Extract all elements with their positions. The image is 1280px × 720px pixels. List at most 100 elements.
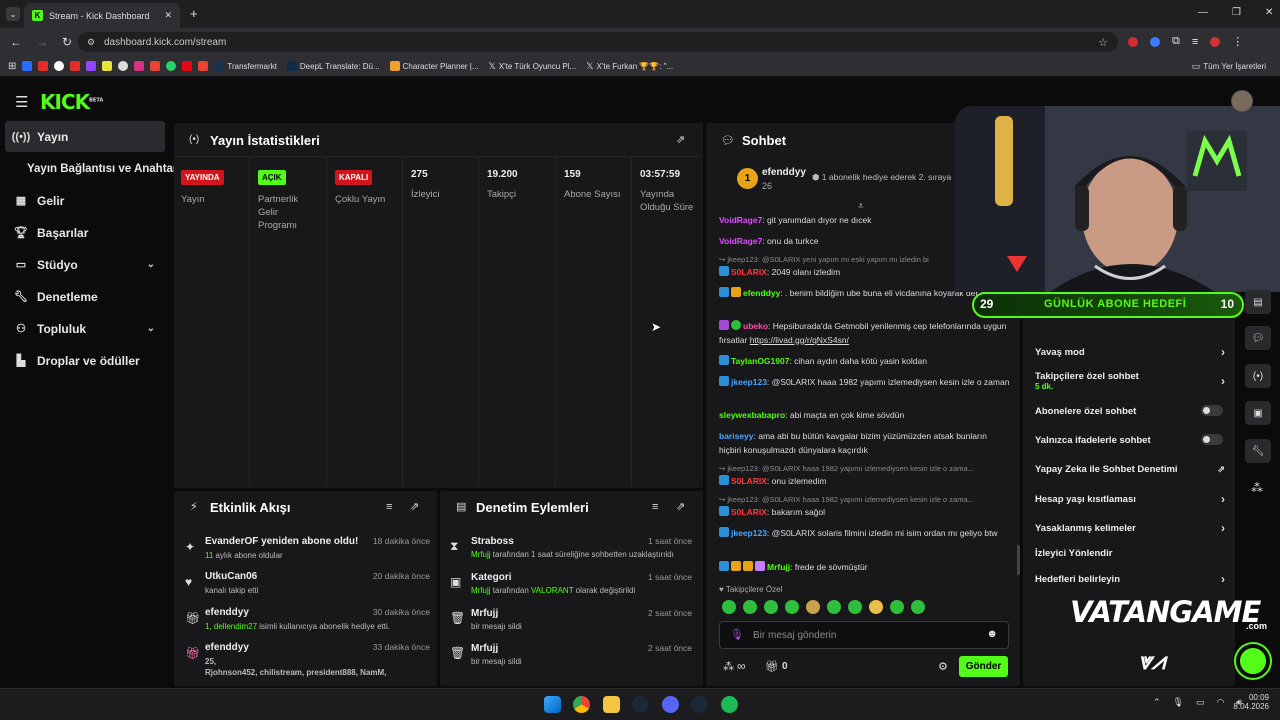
extension-icon[interactable] bbox=[1150, 36, 1160, 47]
bookmark-icon[interactable] bbox=[22, 61, 33, 71]
emote-icon[interactable] bbox=[911, 600, 925, 614]
sidebar-item-stream-key[interactable]: Yayın Bağlantısı ve Anahtarı bbox=[5, 153, 181, 184]
bookmark-character-planner[interactable]: Character Planner |... bbox=[389, 61, 479, 71]
gmail-bookmark-icon[interactable] bbox=[198, 61, 209, 71]
bookmark-icon[interactable] bbox=[102, 61, 113, 71]
emoji-icon[interactable]: ☻ bbox=[986, 628, 998, 640]
clock[interactable]: 00:09 8.04.2026 bbox=[1233, 693, 1269, 711]
emote-icon[interactable] bbox=[848, 600, 862, 614]
setting-goals[interactable]: Hedefleri belirleyin › bbox=[1035, 572, 1225, 586]
emote-icon[interactable] bbox=[743, 600, 757, 614]
bookmark-deepl[interactable]: DeepL Translate: Dü... bbox=[286, 61, 380, 71]
tray-chevron-icon[interactable]: ⌃ bbox=[1153, 697, 1161, 708]
toggle-switch[interactable] bbox=[1201, 434, 1223, 445]
points-icon[interactable]: ⁂ bbox=[723, 660, 734, 673]
sidebar-item-yayin[interactable]: ((•)) Yayın bbox=[5, 121, 165, 152]
tab-search-icon[interactable]: ⌄ bbox=[6, 7, 20, 21]
wrench-icon[interactable]: 🔧︎ bbox=[1245, 439, 1271, 463]
twitch-bookmark-icon[interactable] bbox=[86, 61, 97, 71]
new-tab-icon[interactable]: + bbox=[190, 6, 198, 21]
sidebar-item-denetleme[interactable]: 🔧︎ Denetleme bbox=[5, 281, 165, 312]
setting-slow-mode[interactable]: Yavaş mod › bbox=[1035, 345, 1225, 359]
community-icon[interactable]: ⁂ bbox=[1251, 481, 1263, 495]
display-icon[interactable]: ▭ bbox=[1196, 697, 1205, 708]
toggle-switch[interactable] bbox=[1201, 405, 1223, 416]
netflix-bookmark-icon[interactable] bbox=[182, 61, 193, 71]
emote-icon[interactable] bbox=[764, 600, 778, 614]
popout-icon[interactable]: ⇗ bbox=[676, 500, 685, 513]
list-icon[interactable]: ▣ bbox=[1245, 401, 1271, 425]
windows-start-icon[interactable] bbox=[544, 696, 561, 713]
chat-scrollbar[interactable] bbox=[1017, 545, 1020, 575]
extension-icon[interactable] bbox=[1128, 36, 1138, 47]
popout-icon[interactable]: ⇗ bbox=[410, 500, 419, 513]
setting-followers-only[interactable]: Takipçilere özel sohbet 5 dk. › bbox=[1035, 371, 1225, 391]
url-bar[interactable]: ⚙ dashboard.kick.com/stream ☆ bbox=[78, 32, 1118, 52]
spotify-icon[interactable] bbox=[721, 696, 738, 713]
reload-icon[interactable]: ↻ bbox=[62, 35, 72, 49]
mic-icon[interactable]: 🎙︎ bbox=[1173, 697, 1184, 708]
maximize-icon[interactable]: ❐ bbox=[1232, 7, 1241, 18]
sidebar-item-gelir[interactable]: ▦ Gelir bbox=[5, 185, 165, 216]
emote-icon[interactable] bbox=[785, 600, 799, 614]
all-bookmarks[interactable]: ▭ Tüm Yer İşaretleri bbox=[1192, 61, 1266, 72]
emote-icon[interactable] bbox=[722, 600, 736, 614]
discord-icon[interactable] bbox=[662, 696, 679, 713]
google-bookmark-icon[interactable] bbox=[54, 61, 65, 71]
setting-subscribers-only[interactable]: Abonelere özel sohbet bbox=[1035, 405, 1225, 417]
bookmark-transfermarkt[interactable]: Transfermarkt bbox=[214, 61, 277, 71]
sidebar-item-droplar[interactable]: ▙ Droplar ve ödüller bbox=[5, 345, 165, 376]
notes-icon[interactable]: ▤ bbox=[1245, 290, 1271, 314]
file-explorer-icon[interactable] bbox=[603, 696, 620, 713]
filter-icon[interactable]: ≡ bbox=[386, 501, 392, 513]
broadcast-icon[interactable]: (•) bbox=[1245, 364, 1271, 388]
chat-bubble-icon[interactable]: 💬︎ bbox=[1245, 326, 1271, 350]
emote-icon[interactable] bbox=[827, 600, 841, 614]
kick-logo[interactable]: KICKBETA bbox=[40, 90, 103, 114]
window-close-icon[interactable]: ✕ bbox=[1265, 7, 1273, 18]
tab-close-icon[interactable]: ✕ bbox=[164, 10, 172, 21]
back-icon[interactable]: ← bbox=[10, 35, 22, 49]
mic-icon[interactable]: 🎙︎ bbox=[730, 628, 744, 641]
send-button[interactable]: Gönder bbox=[959, 656, 1008, 677]
youtube-bookmark-icon[interactable] bbox=[70, 61, 81, 71]
gmail-bookmark-icon[interactable] bbox=[150, 61, 161, 71]
popout-icon[interactable]: ⇗ bbox=[676, 133, 685, 146]
chat-input[interactable]: 🎙︎ Bir mesaj gönderin ☻ bbox=[719, 621, 1009, 649]
sidebar-item-studyo[interactable]: ▭ Stüdyo ⌄ bbox=[5, 249, 165, 280]
chat-link[interactable]: https://livad.gg/r/qNxS4sn/ bbox=[750, 335, 849, 345]
emote-icon[interactable] bbox=[806, 600, 820, 614]
setting-banned-words[interactable]: Yasaklanmış kelimeler › bbox=[1035, 521, 1225, 535]
steam-icon[interactable] bbox=[632, 696, 649, 713]
gift-icon[interactable]: 🎁︎ bbox=[765, 660, 779, 673]
minimize-icon[interactable]: — bbox=[1198, 7, 1208, 18]
wifi-icon[interactable]: ◠ bbox=[1217, 697, 1225, 708]
chat-settings-icon[interactable]: ⚙ bbox=[938, 660, 948, 673]
forward-icon[interactable]: → bbox=[36, 35, 48, 49]
avatar[interactable] bbox=[1231, 90, 1253, 112]
menu-dots-icon[interactable]: ⋮ bbox=[1232, 35, 1243, 48]
emote-icon[interactable] bbox=[869, 600, 883, 614]
browser-tab[interactable]: K Stream - Kick Dashboard ✕ bbox=[24, 3, 180, 28]
bookmark-x-furkan[interactable]: 𝕏 X'te Furkan 🏆🏆: "... bbox=[586, 61, 673, 72]
setting-account-age[interactable]: Hesap yaşı kısıtlaması › bbox=[1035, 492, 1225, 506]
steam-icon[interactable] bbox=[691, 696, 708, 713]
pinned-user[interactable]: efenddyy bbox=[762, 167, 806, 178]
bookmark-star-icon[interactable]: ☆ bbox=[1098, 36, 1108, 49]
setting-raid[interactable]: İzleyici Yönlendir bbox=[1035, 548, 1225, 559]
setting-ai-moderation[interactable]: Yapay Zeka ile Sohbet Denetimi ⇗ bbox=[1035, 464, 1225, 475]
puzzle-icon[interactable]: ⧉ bbox=[1172, 35, 1180, 48]
site-info-icon[interactable]: ⚙ bbox=[87, 37, 95, 48]
sidebar-item-basarilar[interactable]: 🏆︎ Başarılar bbox=[5, 217, 165, 248]
hamburger-menu-icon[interactable]: ☰ bbox=[15, 93, 28, 111]
bookmark-icon[interactable] bbox=[118, 61, 129, 71]
bookmark-x-turk-oyuncu[interactable]: 𝕏 X'te Türk Oyuncu Pl... bbox=[489, 61, 577, 72]
media-icon[interactable]: ≡ bbox=[1192, 36, 1198, 48]
chrome-icon[interactable] bbox=[573, 696, 590, 713]
emote-icon[interactable] bbox=[890, 600, 904, 614]
sidebar-item-topluluk[interactable]: ⚇ Topluluk ⌄ bbox=[5, 313, 165, 344]
instagram-bookmark-icon[interactable] bbox=[134, 61, 145, 71]
filter-icon[interactable]: ≡ bbox=[652, 501, 658, 513]
whatsapp-bookmark-icon[interactable] bbox=[166, 61, 177, 71]
collapse-icon[interactable]: ⩡ bbox=[858, 201, 864, 212]
